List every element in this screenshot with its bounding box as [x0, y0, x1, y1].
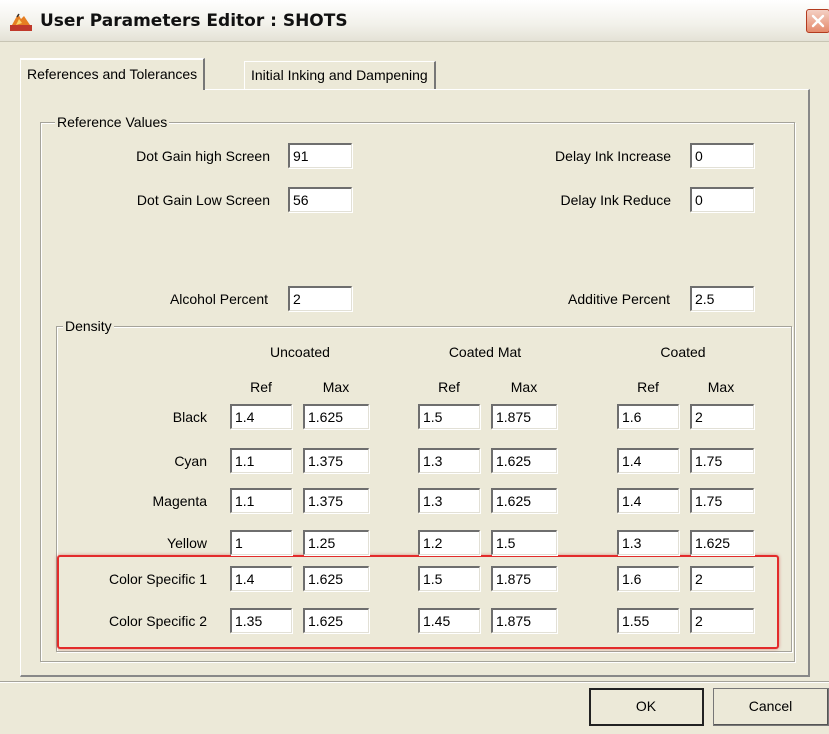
density-field-coated-mat-max[interactable]: 1.625 [491, 488, 557, 513]
app-logo-icon [10, 11, 32, 31]
additive-percent-label: Additive Percent [568, 291, 670, 307]
cancel-button[interactable]: Cancel [713, 688, 829, 726]
density-field-coated-ref[interactable]: 1.3 [617, 530, 679, 555]
bottom-divider [0, 681, 829, 683]
density-field-uncoated-ref[interactable]: 1.1 [230, 448, 292, 473]
uncoated-header: Uncoated [270, 344, 330, 360]
ok-button[interactable]: OK [589, 688, 704, 726]
density-row-label: Color Specific 1 [108, 571, 207, 587]
density-legend: Density [63, 317, 114, 335]
density-field-coated-max[interactable]: 2 [690, 566, 754, 591]
density-field-uncoated-ref[interactable]: 1 [230, 530, 292, 555]
density-field-coated-ref[interactable]: 1.4 [617, 488, 679, 513]
density-field-uncoated-ref[interactable]: 1.35 [230, 608, 292, 633]
title-bar[interactable]: User Parameters Editor : SHOTS [0, 0, 829, 42]
density-field-coated-mat-max[interactable]: 1.875 [491, 404, 557, 429]
delay-ink-increase-label: Delay Ink Increase [555, 148, 671, 164]
density-field-coated-mat-max[interactable]: 1.625 [491, 448, 557, 473]
coated-max-header: Max [707, 379, 735, 395]
density-field-coated-ref[interactable]: 1.55 [617, 608, 679, 633]
density-row-label: Black [172, 409, 207, 425]
density-field-uncoated-max[interactable]: 1.625 [303, 404, 369, 429]
delay-ink-reduce-label: Delay Ink Reduce [560, 192, 671, 208]
additive-percent-field[interactable]: 2.5 [690, 286, 754, 311]
density-field-uncoated-max[interactable]: 1.375 [303, 488, 369, 513]
density-field-coated-mat-max[interactable]: 1.5 [491, 530, 557, 555]
density-field-coated-max[interactable]: 1.625 [690, 530, 754, 555]
density-field-coated-mat-max[interactable]: 1.875 [491, 566, 557, 591]
tab-initial-inking-and-dampening[interactable]: Initial Inking and Dampening [244, 61, 436, 89]
density-field-uncoated-max[interactable]: 1.375 [303, 448, 369, 473]
uncoated-ref-header: Ref [250, 379, 272, 395]
close-icon [811, 14, 825, 28]
density-row-label: Color Specific 2 [108, 613, 207, 629]
close-button[interactable] [806, 9, 829, 33]
density-row-label: Yellow [167, 535, 207, 551]
density-field-uncoated-max[interactable]: 1.625 [303, 608, 369, 633]
density-field-coated-mat-ref[interactable]: 1.3 [418, 488, 480, 513]
density-field-uncoated-ref[interactable]: 1.4 [230, 404, 292, 429]
density-field-uncoated-max[interactable]: 1.625 [303, 566, 369, 591]
density-field-uncoated-ref[interactable]: 1.1 [230, 488, 292, 513]
density-field-coated-max[interactable]: 2 [690, 608, 754, 633]
density-field-coated-ref[interactable]: 1.6 [617, 566, 679, 591]
window-title: User Parameters Editor : SHOTS [40, 11, 348, 31]
dot-gain-low-field[interactable]: 56 [288, 187, 352, 212]
delay-ink-increase-field[interactable]: 0 [690, 143, 754, 168]
density-field-coated-max[interactable]: 2 [690, 404, 754, 429]
uncoated-max-header: Max [322, 379, 350, 395]
coated-mat-header: Coated Mat [448, 344, 522, 360]
tab-references-and-tolerances[interactable]: References and Tolerances [20, 58, 206, 90]
density-field-coated-mat-ref[interactable]: 1.5 [418, 404, 480, 429]
density-field-uncoated-max[interactable]: 1.25 [303, 530, 369, 555]
dot-gain-low-label: Dot Gain Low Screen [136, 192, 270, 208]
dot-gain-high-label: Dot Gain high Screen [136, 148, 270, 164]
dot-gain-high-field[interactable]: 91 [288, 143, 352, 168]
density-field-coated-ref[interactable]: 1.4 [617, 448, 679, 473]
delay-ink-reduce-field[interactable]: 0 [690, 187, 754, 212]
density-field-coated-mat-ref[interactable]: 1.5 [418, 566, 480, 591]
alcohol-percent-field[interactable]: 2 [288, 286, 352, 311]
density-field-uncoated-ref[interactable]: 1.4 [230, 566, 292, 591]
reference-values-legend: Reference Values [55, 113, 170, 131]
density-field-coated-mat-ref[interactable]: 1.45 [418, 608, 480, 633]
coated-ref-header: Ref [637, 379, 659, 395]
coated-header: Coated [660, 344, 706, 360]
coated-mat-ref-header: Ref [438, 379, 460, 395]
density-field-coated-ref[interactable]: 1.6 [617, 404, 679, 429]
density-field-coated-mat-max[interactable]: 1.875 [491, 608, 557, 633]
density-field-coated-mat-ref[interactable]: 1.2 [418, 530, 480, 555]
density-row-label: Cyan [174, 453, 207, 469]
density-field-coated-max[interactable]: 1.75 [690, 448, 754, 473]
density-field-coated-mat-ref[interactable]: 1.3 [418, 448, 480, 473]
density-row-label: Magenta [152, 493, 207, 509]
coated-mat-max-header: Max [510, 379, 538, 395]
density-field-coated-max[interactable]: 1.75 [690, 488, 754, 513]
alcohol-percent-label: Alcohol Percent [169, 291, 268, 307]
